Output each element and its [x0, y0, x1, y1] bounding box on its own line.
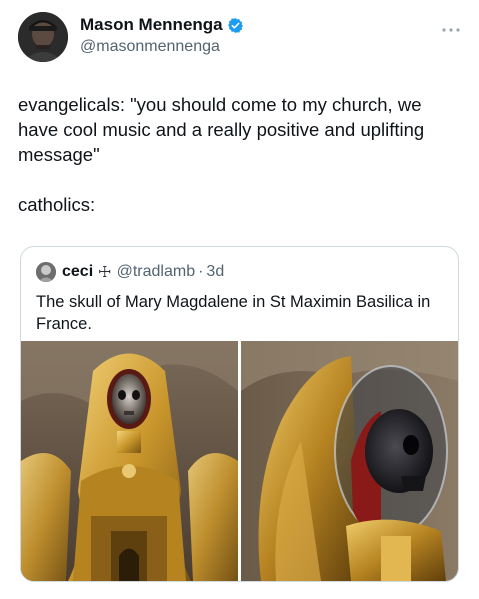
author-handle[interactable]: @masonmennenga — [80, 38, 220, 56]
quoted-tweet-time[interactable]: 3d — [206, 263, 224, 281]
quoted-author-handle[interactable]: @tradlamb — [117, 263, 196, 281]
quoted-author-name[interactable]: ceci — [62, 263, 93, 281]
quoted-tweet-card[interactable]: ceci ☩ @tradlamb · 3d The skull of Mary … — [20, 246, 459, 582]
media-photo-skull-side[interactable] — [241, 341, 458, 581]
more-dots-icon[interactable] — [440, 22, 462, 32]
tweet-text: evangelicals: "you should come to my chu… — [18, 94, 425, 215]
quoted-media-grid — [21, 341, 458, 581]
cross-emoji: ☩ — [98, 264, 112, 281]
quoted-tweet-header: ceci ☩ @tradlamb · 3d — [36, 261, 224, 283]
author-avatar[interactable] — [18, 12, 68, 62]
verified-badge-icon — [227, 17, 244, 34]
separator-dot: · — [198, 263, 204, 280]
quoted-author-avatar[interactable] — [36, 262, 56, 282]
author-name-row: Mason Mennenga — [80, 14, 244, 36]
author-name[interactable]: Mason Mennenga — [80, 15, 223, 35]
quoted-tweet-text: The skull of Mary Magdalene in St Maximi… — [36, 293, 431, 333]
media-photo-statue-front[interactable] — [21, 341, 238, 581]
avatar-photo — [18, 12, 68, 62]
